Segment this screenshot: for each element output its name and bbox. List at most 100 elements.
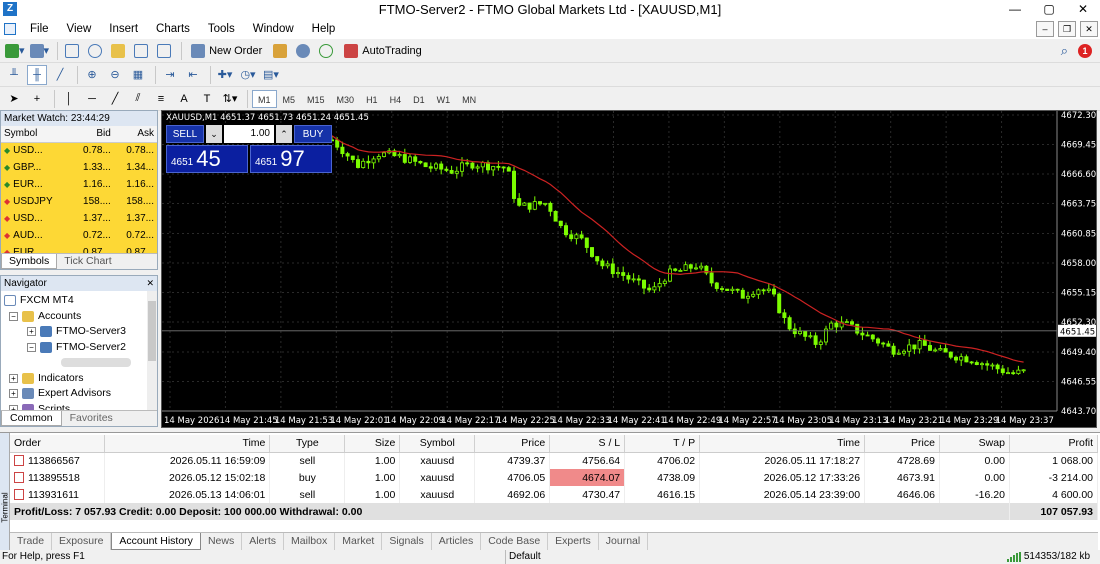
periods-icon[interactable]: ◷▾ — [238, 65, 258, 85]
data-window-icon[interactable] — [85, 41, 105, 61]
history-row[interactable]: 113895518 2026.05.12 15:02:18 buy 1.00 xauus… — [10, 469, 1099, 486]
navigator-scrollbar[interactable] — [147, 291, 157, 410]
tab-mailbox[interactable]: Mailbox — [284, 533, 336, 550]
notification-badge[interactable]: 1 — [1078, 43, 1092, 58]
tab-signals[interactable]: Signals — [382, 533, 432, 550]
tab-favorites[interactable]: Favorites — [62, 411, 121, 426]
market-watch-row[interactable]: ◆ GBP... 1.33... 1.34... — [1, 159, 157, 176]
tab-symbols[interactable]: Symbols — [1, 254, 58, 269]
text-icon[interactable]: A — [174, 89, 194, 109]
timeframe-h4[interactable]: H4 — [384, 90, 408, 108]
bid-price-box[interactable]: 4651 45 — [166, 145, 248, 173]
zoom-out-icon[interactable]: ⊖ — [105, 65, 125, 85]
cursor-icon[interactable]: ➤ — [4, 89, 24, 109]
lot-increase-icon[interactable]: ⌃ — [276, 125, 292, 143]
market-watch-row[interactable]: ◆ USD... 1.37... 1.37... — [1, 210, 157, 227]
zoom-in-icon[interactable]: ⊕ — [82, 65, 102, 85]
chart-shift-icon[interactable]: ⇤ — [183, 65, 203, 85]
tree-accounts[interactable]: − Accounts — [1, 309, 157, 325]
tree-account-2[interactable]: − FTMO-Server2 — [1, 340, 157, 356]
col-price-header[interactable]: Price — [474, 435, 551, 453]
line-chart-icon[interactable]: ╱ — [50, 65, 70, 85]
tab-tick-chart[interactable]: Tick Chart — [57, 254, 118, 269]
channel-icon[interactable]: ⫽ — [128, 89, 148, 109]
signals-icon[interactable] — [316, 41, 336, 61]
horizontal-line-icon[interactable]: ─ — [82, 89, 102, 109]
timeframe-m5[interactable]: M5 — [277, 90, 302, 108]
navigator-close-icon[interactable]: ✕ — [146, 276, 154, 291]
minimize-button[interactable]: — — [998, 0, 1032, 19]
candlestick-chart-icon[interactable]: ╫ — [27, 64, 47, 85]
mdi-minimize-button[interactable]: – — [1036, 21, 1054, 37]
col-time-header[interactable]: Time — [699, 435, 866, 453]
tree-root[interactable]: FXCM MT4 — [1, 293, 157, 309]
history-row[interactable]: 113866567 2026.05.11 16:59:09 sell 1.00 xauu… — [10, 452, 1099, 469]
tile-windows-icon[interactable]: ▦ — [128, 65, 148, 85]
lot-size-input[interactable]: 1.00 — [224, 125, 274, 143]
mdi-restore-button[interactable]: ❐ — [1058, 21, 1076, 37]
buy-button[interactable]: BUY — [294, 125, 332, 143]
collapse-icon[interactable]: − — [9, 311, 18, 321]
timeframe-w1[interactable]: W1 — [431, 90, 457, 108]
new-chart-button[interactable]: ▾ — [4, 41, 26, 61]
menu-file[interactable]: File — [21, 19, 58, 39]
col-tp-header[interactable]: T / P — [624, 435, 701, 453]
market-watch-toggle-icon[interactable] — [62, 41, 82, 61]
tab-alerts[interactable]: Alerts — [242, 533, 285, 550]
sell-button[interactable]: SELL — [166, 125, 204, 143]
tab-market[interactable]: Market — [335, 533, 383, 550]
text-label-icon[interactable]: T — [197, 89, 217, 109]
vertical-line-icon[interactable]: │ — [59, 89, 79, 109]
bar-chart-icon[interactable]: ╨ — [4, 65, 24, 85]
maximize-button[interactable]: ▢ — [1032, 0, 1066, 19]
metaeditor-icon[interactable] — [270, 41, 290, 61]
new-order-button[interactable]: New Order — [186, 41, 267, 61]
col-price-header[interactable]: Price — [864, 435, 940, 453]
tab-news[interactable]: News — [201, 533, 243, 550]
auto-scroll-icon[interactable]: ⇥ — [160, 65, 180, 85]
market-watch-row[interactable]: ◆ AUD... 0.72... 0.72... — [1, 227, 157, 244]
templates-icon[interactable]: ▤▾ — [261, 65, 281, 85]
expand-icon[interactable]: + — [9, 389, 18, 399]
timeframe-m1[interactable]: M1 — [252, 89, 277, 108]
terminal-toggle-icon[interactable] — [131, 41, 151, 61]
history-row[interactable]: 113931611 2026.05.13 14:06:01 sell 1.00 xauu… — [10, 486, 1099, 503]
col-bid[interactable]: Bid — [70, 126, 114, 143]
arrows-icon[interactable]: ⇅▾ — [220, 89, 240, 109]
trendline-icon[interactable]: ╱ — [105, 89, 125, 109]
tab-experts[interactable]: Experts — [548, 533, 599, 550]
close-button[interactable]: ✕ — [1066, 0, 1100, 19]
tab-common[interactable]: Common — [1, 411, 62, 426]
price-chart[interactable]: 4672.30 4669.45 4666.60 4663.75 4660.85 4658.… — [161, 110, 1097, 428]
menu-tools[interactable]: Tools — [199, 19, 244, 39]
fibonacci-icon[interactable]: ≡ — [151, 89, 171, 109]
navigator-toggle-icon[interactable] — [108, 41, 128, 61]
strategy-tester-icon[interactable] — [154, 41, 174, 61]
menu-view[interactable]: View — [58, 19, 101, 39]
col-ask[interactable]: Ask — [113, 126, 157, 143]
profiles-button[interactable]: ▾ — [29, 41, 51, 61]
col-swap-header[interactable]: Swap — [939, 435, 1010, 453]
col-order-header[interactable]: Order — [10, 435, 106, 453]
mdi-close-button[interactable]: ✕ — [1080, 21, 1098, 37]
tree-expert-advisors[interactable]: + Expert Advisors — [1, 386, 157, 402]
timeframe-d1[interactable]: D1 — [407, 90, 431, 108]
col-size-header[interactable]: Size — [344, 435, 401, 453]
connection-status[interactable]: 514353/182 kb — [1006, 550, 1090, 564]
collapse-icon[interactable]: − — [27, 342, 36, 352]
timeframe-mn[interactable]: MN — [456, 90, 482, 108]
col-symbol-header[interactable]: Symbol — [399, 435, 476, 453]
col-type-header[interactable]: Type — [269, 435, 346, 453]
ask-price-box[interactable]: 4651 97 — [250, 145, 332, 173]
autotrading-button[interactable]: AutoTrading — [339, 41, 427, 61]
col-sl-header[interactable]: S / L — [549, 435, 626, 453]
tab-exposure[interactable]: Exposure — [52, 533, 112, 550]
tab-journal[interactable]: Journal — [599, 533, 649, 550]
market-watch-row[interactable]: ◆ USD... 0.78... 0.78... — [1, 142, 157, 159]
menu-charts[interactable]: Charts — [147, 19, 199, 39]
community-icon[interactable] — [293, 41, 313, 61]
menu-window[interactable]: Window — [244, 19, 303, 39]
tree-account-1[interactable]: + FTMO-Server3 — [1, 324, 157, 340]
crosshair-icon[interactable]: + — [27, 89, 47, 109]
col-profit-header[interactable]: Profit — [1009, 435, 1099, 453]
